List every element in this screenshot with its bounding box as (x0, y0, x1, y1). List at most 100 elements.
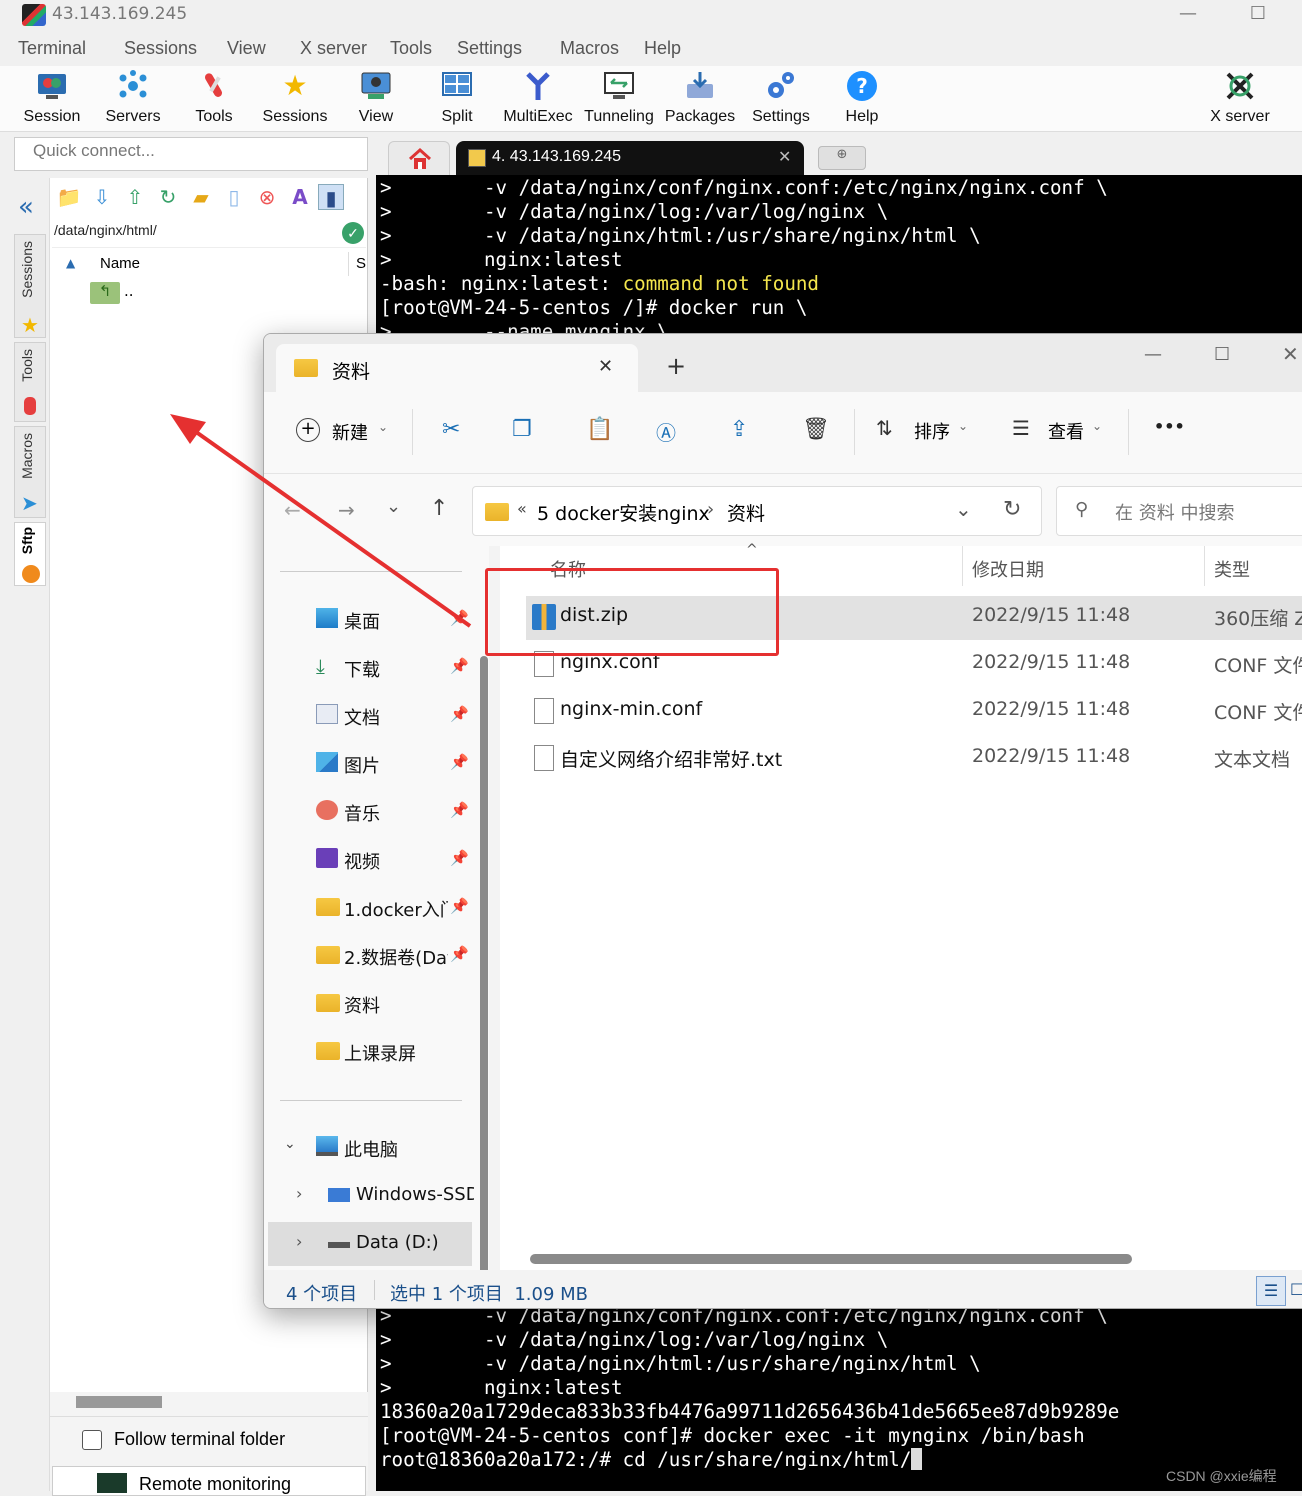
tools-button[interactable]: Tools (174, 66, 254, 132)
nav-item-folder[interactable]: 1.docker入门 📌 (264, 886, 474, 930)
nav-item-videos[interactable]: 视频 📌 (264, 838, 474, 882)
sftp-column-size[interactable]: S (356, 255, 366, 272)
split-icon (441, 70, 473, 102)
permissions-icon[interactable]: ▮ (318, 184, 344, 210)
explorer-tab[interactable]: 资料 ✕ (276, 344, 638, 392)
nav-item-downloads[interactable]: ⤓ 下载 📌 (264, 646, 474, 690)
details-view-icon[interactable]: ☰ (1256, 1276, 1286, 1306)
menu-tools[interactable]: Tools (390, 38, 432, 59)
settings-button[interactable]: Settings (741, 66, 821, 132)
nav-item-drive-selected[interactable]: › Data (D:) (268, 1222, 472, 1266)
home-tab[interactable] (388, 141, 450, 175)
file-date: 2022/9/15 11:48 (972, 745, 1131, 767)
explorer-minimize-button[interactable]: — (1144, 344, 1162, 365)
collapse-sidebar-icon[interactable]: « (18, 192, 34, 222)
session-tab-close-button[interactable]: ✕ (778, 147, 791, 167)
nav-item-pictures[interactable]: 图片 📌 (264, 742, 474, 786)
new-file-icon[interactable]: ▯ (221, 184, 247, 210)
nav-item-drive[interactable]: › Windows-SSD (264, 1174, 474, 1218)
nav-item-documents[interactable]: 文档 📌 (264, 694, 474, 738)
address-overflow[interactable]: « (517, 499, 527, 518)
check-icon[interactable]: ✓ (342, 222, 364, 244)
pin-icon: 📌 (450, 801, 469, 819)
address-bar[interactable]: « 5 docker安装nginx › 资料 ⌄ ↻ (472, 486, 1042, 536)
refresh-icon[interactable]: ↻ (155, 184, 181, 210)
tunneling-button[interactable]: Tunneling (579, 66, 659, 132)
packages-button[interactable]: Packages (660, 66, 740, 132)
address-dropdown-icon[interactable]: ⌄ (955, 497, 972, 521)
nav-item-label: 资料 (344, 996, 380, 1017)
rename-icon[interactable]: Ⓐ (656, 417, 676, 446)
menu-settings[interactable]: Settings (457, 38, 522, 59)
sftp-parent-row[interactable]: ↰ .. (90, 282, 134, 304)
upload-icon[interactable]: ⇧ (122, 184, 148, 210)
menu-help[interactable]: Help (644, 38, 681, 59)
tiles-view-icon[interactable]: ☐ (1290, 1276, 1302, 1306)
session-button[interactable]: Session (12, 66, 92, 132)
view-button[interactable]: ☰ 查看 ⌄ (1012, 416, 1122, 452)
sftp-column-name[interactable]: Name (100, 255, 140, 272)
explorer-close-button[interactable]: ✕ (1282, 342, 1299, 366)
sftp-hscrollbar[interactable] (76, 1396, 162, 1408)
sidebar-tab-tools[interactable]: Tools (14, 342, 46, 422)
file-row[interactable]: nginx-min.conf 2022/9/15 11:48 CONF 文件 (526, 690, 1302, 734)
parent-folder-icon[interactable]: 📁 (56, 184, 82, 210)
sort-button[interactable]: ⇅ 排序 ⌄ (876, 416, 986, 452)
breadcrumb-current[interactable]: 资料 (727, 499, 765, 526)
more-options-button[interactable]: ••• (1154, 417, 1185, 436)
menu-terminal[interactable]: Terminal (18, 38, 86, 59)
remote-monitoring-button[interactable]: Remote monitoring (52, 1466, 366, 1496)
paste-icon[interactable]: 📋 (586, 417, 613, 442)
chevron-right-icon[interactable]: › (296, 1184, 302, 1203)
column-header-date[interactable]: 修改日期 (972, 556, 1044, 582)
copy-icon[interactable]: ❐ (512, 417, 532, 442)
search-box[interactable]: ⚲ 在 资料 中搜索 (1056, 486, 1302, 536)
nav-item-folder[interactable]: 上课录屏 (264, 1030, 474, 1074)
delete-icon[interactable]: ⊗ (254, 184, 280, 210)
delete-icon[interactable]: 🗑 (802, 417, 830, 442)
column-header-type[interactable]: 类型 (1214, 556, 1250, 582)
file-row[interactable]: 自定义网络介绍非常好.txt 2022/9/15 11:48 文本文档 (526, 737, 1302, 781)
chevron-right-icon[interactable]: › (296, 1232, 302, 1251)
explorer-new-tab-button[interactable]: + (666, 352, 686, 380)
sftp-path-input[interactable]: /data/nginx/html/ ✓ (52, 218, 366, 248)
explorer-tab-close-button[interactable]: ✕ (598, 356, 613, 377)
minimize-button[interactable]: — (1168, 2, 1208, 28)
folder-icon (316, 946, 340, 964)
maximize-button[interactable]: ☐ (1238, 2, 1278, 28)
menu-sessions[interactable]: Sessions (124, 38, 197, 59)
download-icon[interactable]: ⇩ (89, 184, 115, 210)
pin-icon: 📌 (450, 705, 469, 723)
nav-item-folder[interactable]: 2.数据卷(Data 📌 (264, 934, 474, 978)
nav-item-this-pc[interactable]: ⌄ 此电脑 (264, 1126, 474, 1170)
help-button[interactable]: ? Help (822, 66, 902, 132)
menu-view[interactable]: View (227, 38, 266, 59)
new-folder-icon[interactable]: ▰ (188, 184, 214, 210)
servers-button[interactable]: Servers (93, 66, 173, 132)
download-icon: ⤓ (316, 654, 325, 678)
rename-icon[interactable]: A (287, 184, 313, 210)
file-list-hscrollbar[interactable] (530, 1254, 1132, 1264)
breadcrumb-parent[interactable]: 5 docker安装nginx (537, 499, 710, 526)
share-icon[interactable]: ⇪ (730, 417, 748, 442)
split-button[interactable]: Split (417, 66, 497, 132)
nav-scrollbar[interactable] (480, 656, 488, 1276)
menu-macros[interactable]: Macros (560, 38, 619, 59)
nav-item-music[interactable]: 音乐 📌 (264, 790, 474, 834)
chevron-down-icon[interactable]: ⌄ (284, 1136, 296, 1152)
session-tab-active[interactable]: 4. 43.143.169.245 ✕ (456, 141, 804, 175)
quick-connect-input[interactable]: Quick connect... (14, 137, 368, 171)
explorer-maximize-button[interactable]: ☐ (1214, 344, 1230, 365)
refresh-icon[interactable]: ↻ (1003, 497, 1021, 522)
sidebar-tab-sessions[interactable]: Sessions ★ (14, 234, 46, 338)
nav-item-folder[interactable]: 资料 (264, 982, 474, 1026)
multiexec-button[interactable]: MultiExec (498, 66, 578, 132)
view-button[interactable]: View (336, 66, 416, 132)
sessions-button[interactable]: ★ Sessions (255, 66, 335, 132)
menu-xserver[interactable]: X server (300, 38, 367, 59)
follow-folder-checkbox[interactable] (82, 1430, 102, 1450)
sidebar-tab-sftp[interactable]: Sftp (14, 522, 46, 586)
sidebar-tab-macros[interactable]: Macros ➤ (14, 426, 46, 518)
xserver-button[interactable]: X server (1200, 66, 1280, 132)
new-tab-button[interactable]: ⊕ (818, 146, 866, 170)
